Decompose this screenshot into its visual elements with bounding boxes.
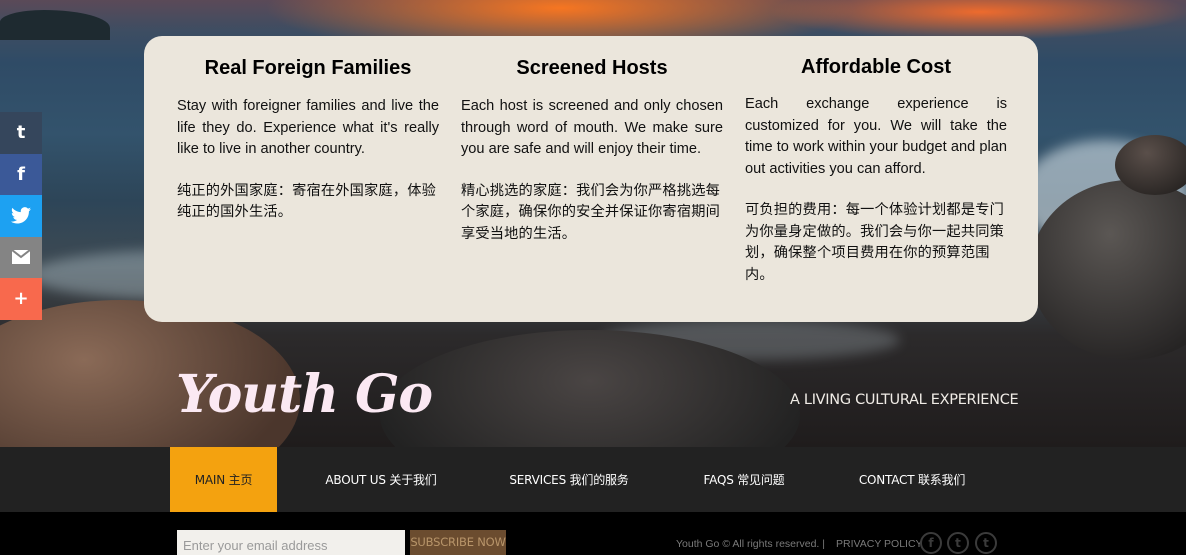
privacy-policy-link[interactable]: PRIVACY POLICY bbox=[836, 538, 923, 550]
footer-tumblr-link[interactable]: t bbox=[975, 532, 997, 554]
site-tagline: A LIVING CULTURAL EXPERIENCE bbox=[790, 392, 1019, 408]
facebook-share-button[interactable]: f bbox=[0, 153, 42, 195]
more-share-button[interactable]: + bbox=[0, 278, 42, 320]
twitter-icon bbox=[11, 207, 31, 224]
feature-title: Affordable Cost bbox=[801, 56, 951, 78]
rock bbox=[1115, 135, 1186, 195]
feature-description-en: Each exchange experience is customized f… bbox=[745, 96, 1007, 177]
feature-description-cn: 精心挑选的家庭：我们会为你严格挑选每个家庭，确保你的安全并保证你寄宿期间享受当地… bbox=[461, 182, 720, 242]
newsletter-email-input[interactable] bbox=[177, 530, 405, 555]
tumblr-icon: t bbox=[16, 122, 26, 144]
footer: SUBSCRIBE NOW Youth Go © All rights rese… bbox=[0, 512, 1186, 555]
email-share-button[interactable] bbox=[0, 236, 42, 278]
facebook-icon: f bbox=[928, 536, 934, 550]
nav-item-services[interactable]: SERVICES 我们的服务 bbox=[495, 447, 643, 512]
twitter-share-button[interactable] bbox=[0, 195, 42, 237]
footer-facebook-link[interactable]: f bbox=[920, 532, 942, 554]
feature-column-cost: Affordable Cost Each exchange experience… bbox=[745, 36, 1007, 286]
nav-item-contact[interactable]: CONTACT 联系我们 bbox=[845, 447, 979, 512]
social-share-bar: t f + bbox=[0, 112, 42, 320]
nav-item-main[interactable]: MAIN 主页 bbox=[170, 447, 277, 512]
feature-title: Real Foreign Families bbox=[204, 57, 412, 79]
feature-description-en: Each host is screened and only chosen th… bbox=[461, 98, 723, 157]
copyright-text: Youth Go © All rights reserved. | bbox=[676, 538, 825, 550]
main-nav: MAIN 主页 ABOUT US 关于我们 SERVICES 我们的服务 FAQ… bbox=[0, 447, 1186, 512]
headland-silhouette bbox=[0, 10, 110, 40]
subscribe-button[interactable]: SUBSCRIBE NOW bbox=[410, 530, 506, 555]
nav-item-faqs[interactable]: FAQS 常见问题 bbox=[690, 447, 798, 512]
feature-column-families: Real Foreign Families Stay with foreigne… bbox=[177, 36, 439, 224]
site-logo[interactable]: Youth Go bbox=[176, 364, 433, 425]
twitter-icon: t bbox=[955, 536, 961, 550]
feature-column-hosts: Screened Hosts Each host is screened and… bbox=[461, 36, 723, 245]
feature-title: Screened Hosts bbox=[516, 57, 668, 79]
feature-description-cn: 可负担的费用：每一个体验计划都是专门为你量身定做的。我们会与你一起共同策划，确保… bbox=[745, 202, 1004, 283]
tumblr-icon: t bbox=[983, 536, 989, 550]
footer-twitter-link[interactable]: t bbox=[947, 532, 969, 554]
plus-icon: + bbox=[13, 288, 29, 310]
features-panel: Real Foreign Families Stay with foreigne… bbox=[144, 36, 1038, 322]
email-icon bbox=[12, 250, 30, 265]
tumblr-share-button[interactable]: t bbox=[0, 112, 42, 154]
facebook-icon: f bbox=[17, 163, 25, 185]
nav-item-about[interactable]: ABOUT US 关于我们 bbox=[310, 447, 452, 512]
feature-description-en: Stay with foreigner families and live th… bbox=[177, 98, 439, 157]
feature-description-cn: 纯正的外国家庭：寄宿在外国家庭，体验纯正的国外生活。 bbox=[177, 182, 436, 221]
